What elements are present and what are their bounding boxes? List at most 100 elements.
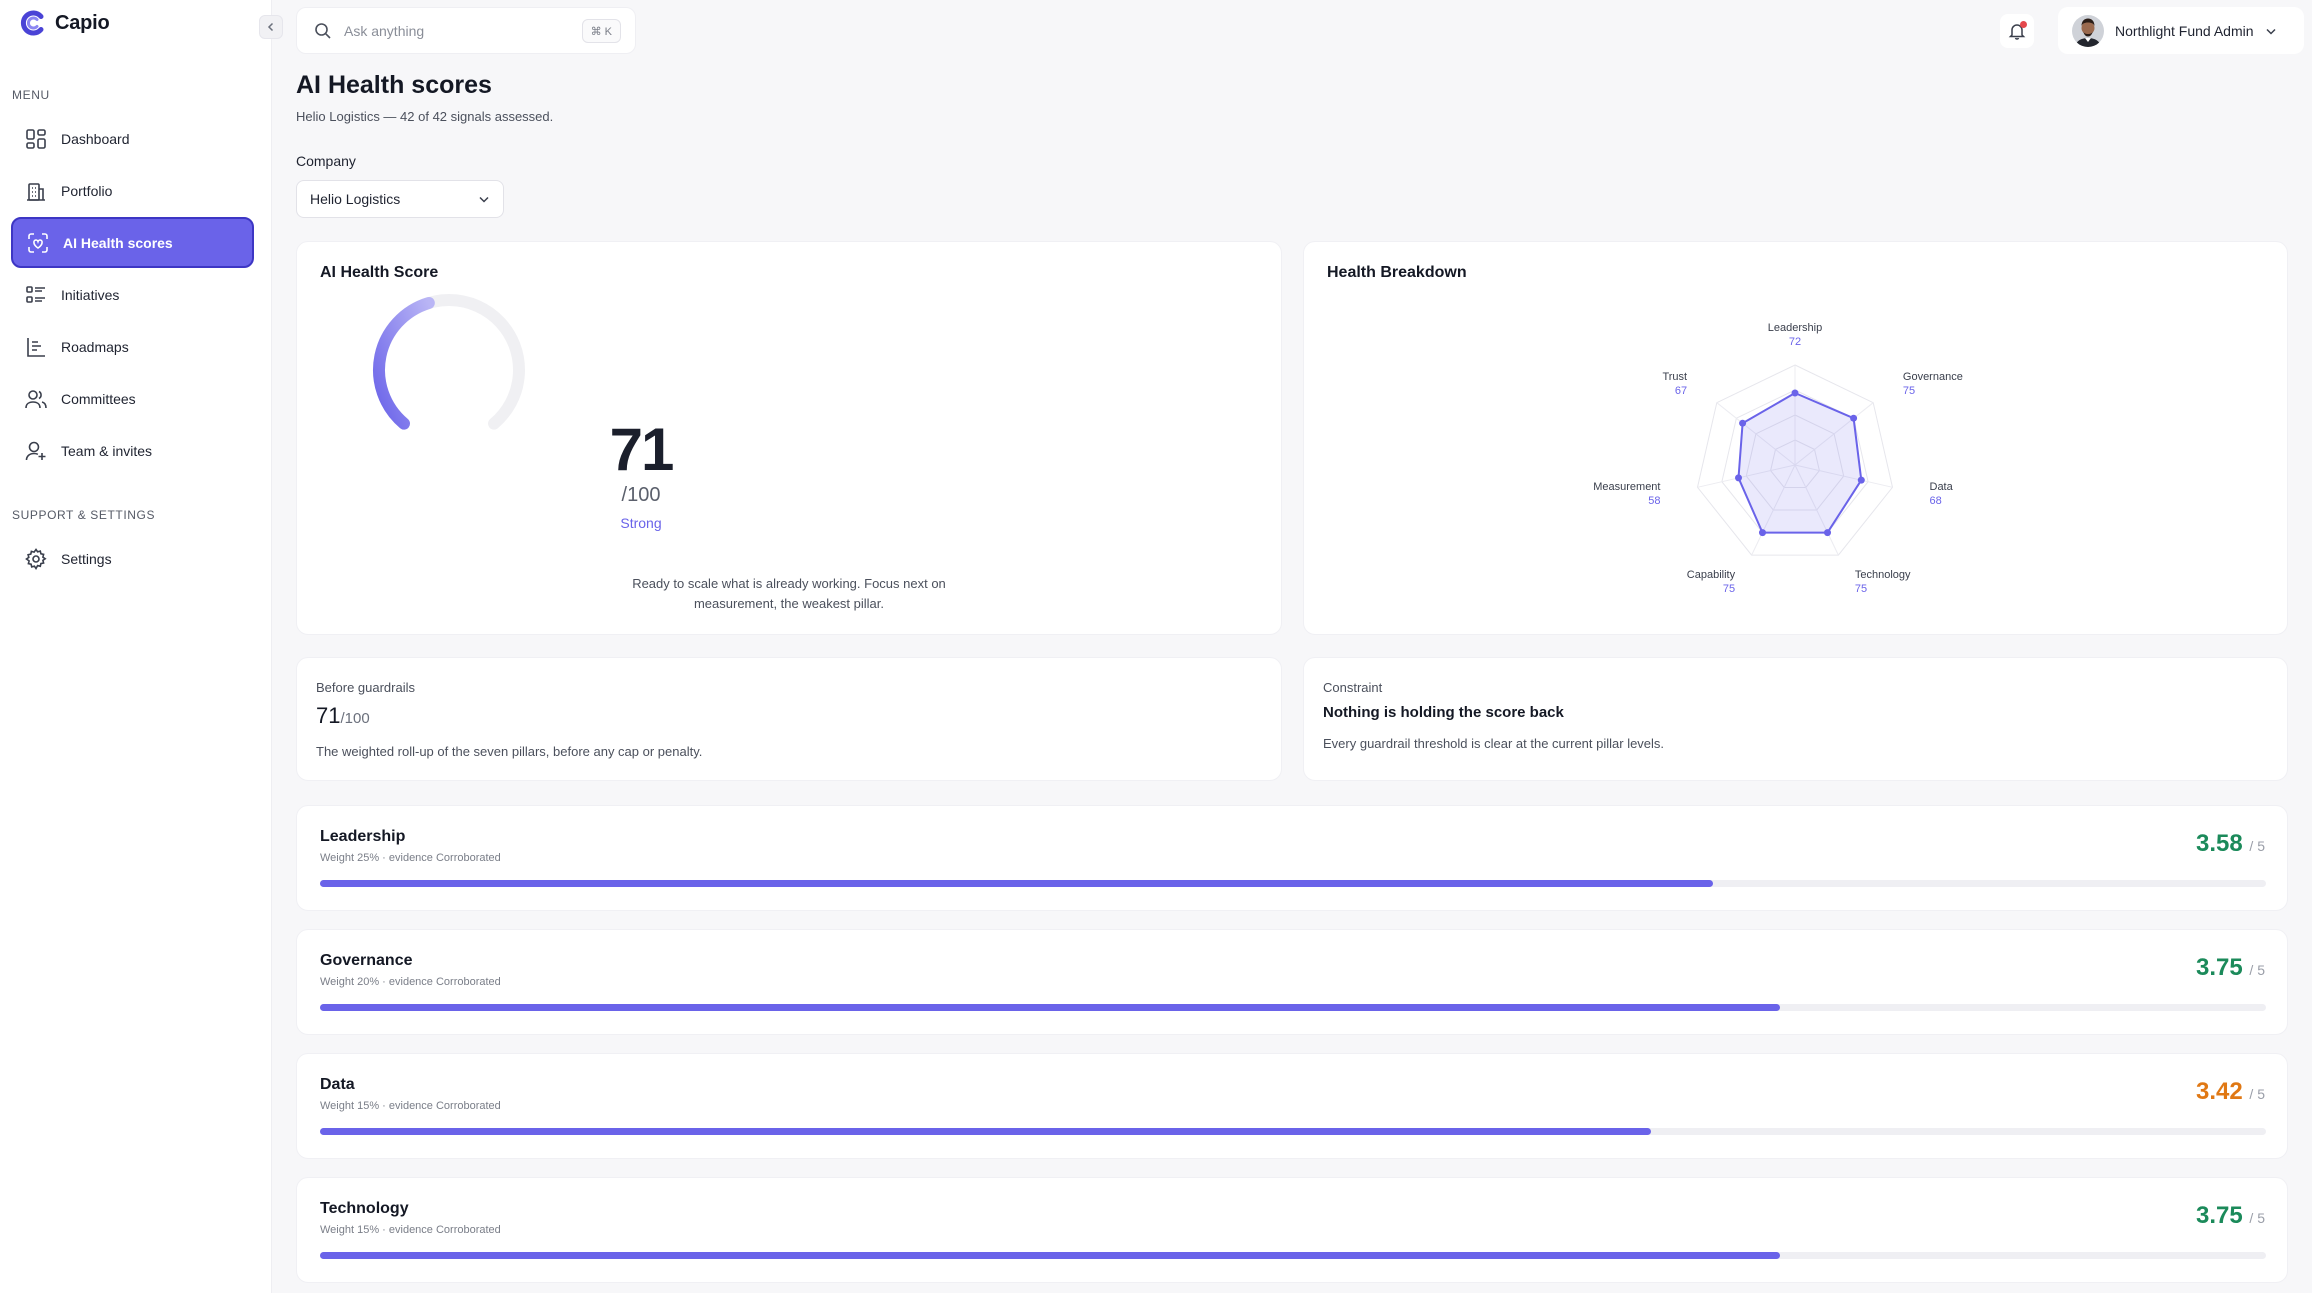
before-guardrails-max: /100 <box>340 710 370 727</box>
pillar-meta: Weight 15% · evidence Corroborated <box>320 1224 501 1236</box>
chevron-left-icon <box>267 22 274 32</box>
radar-point-leadership <box>1791 389 1799 397</box>
page-title: AI Health scores <box>296 71 492 99</box>
menu-section-label: MENU <box>12 88 50 102</box>
capio-logo-icon <box>20 10 44 36</box>
radar-value-label: 68 <box>1930 495 1942 507</box>
company-select-value: Helio Logistics <box>310 191 401 207</box>
user-menu[interactable]: Northlight Fund Admin <box>2058 7 2304 54</box>
chevron-down-icon <box>479 196 489 203</box>
radar-value-label: 75 <box>1723 583 1735 595</box>
constraint-text: Every guardrail threshold is clear at th… <box>1323 736 1665 751</box>
sidebar-item-label: Portfolio <box>61 182 113 199</box>
sidebar-item-label: Committees <box>61 390 136 407</box>
before-guardrails-label: Before guardrails <box>316 680 415 695</box>
pillar-progress-track <box>320 1004 2266 1011</box>
chevron-down-icon <box>2266 28 2276 35</box>
user-name: Northlight Fund Admin <box>2115 22 2254 39</box>
pillar-score-value: 3.58 <box>2196 830 2243 857</box>
radar-axis-label: Measurement <box>1593 481 1660 493</box>
pillar-progress-track <box>320 1252 2266 1259</box>
card-title: AI Health Score <box>320 264 439 281</box>
sidebar-item-roadmaps[interactable]: Roadmaps <box>11 321 254 372</box>
sidebar-item-portfolio[interactable]: Portfolio <box>11 165 254 216</box>
pillar-name: Leadership <box>320 828 406 845</box>
radar-series-area <box>1737 391 1863 534</box>
score-note: Ready to scale what is already working. … <box>632 576 946 611</box>
notification-dot <box>2020 21 2027 28</box>
search-shortcut-badge: ⌘ K <box>581 19 621 43</box>
radar-value-label: 58 <box>1648 495 1660 507</box>
radar-value-label: 72 <box>1789 336 1801 348</box>
company-label: Company <box>296 153 356 169</box>
radar-point-capability <box>1759 529 1766 537</box>
app-name: Capio <box>55 11 110 34</box>
list-icon <box>24 283 48 307</box>
sidebar-item-ai-health-scores[interactable]: AI Health scores <box>11 217 254 268</box>
radar-point-measurement <box>1735 474 1742 482</box>
avatar <box>2072 14 2104 47</box>
building-icon <box>24 179 48 203</box>
roadmap-icon <box>24 335 48 359</box>
pillar-progress-fill <box>320 1128 1652 1135</box>
radar-value-label: 67 <box>1675 385 1687 397</box>
sidebar: Capio MENU Dashboard Portfolio AI Health… <box>0 0 272 1293</box>
pillar-progress-track <box>320 880 2266 887</box>
pillar-score: 3.75 / 5 <box>2196 954 2265 982</box>
radar-axis-label: Trust <box>1662 371 1687 383</box>
gear-icon <box>24 547 48 571</box>
radar-axis-label: Data <box>1930 481 1954 493</box>
sidebar-item-settings[interactable]: Settings <box>11 533 254 584</box>
radar-chart: Leadership 72 Governance 75 Data 68 Technology… <box>1593 322 1963 595</box>
before-guardrails-card: Before guardrails 71/100 The weighted ro… <box>296 657 1282 781</box>
pillar-meta: Weight 25% · evidence Corroborated <box>320 852 501 864</box>
sidebar-item-label: Roadmaps <box>61 338 129 355</box>
sidebar-item-label: Settings <box>61 550 112 567</box>
pillar-meta: Weight 20% · evidence Corroborated <box>320 976 501 988</box>
sidebar-item-initiatives[interactable]: Initiatives <box>11 269 254 320</box>
search-bar[interactable]: ⌘ K <box>296 7 636 54</box>
pillar-score: 3.75 / 5 <box>2196 1202 2265 1230</box>
sidebar-item-dashboard[interactable]: Dashboard <box>11 113 254 164</box>
pillar-score-max: / 5 <box>2249 962 2265 978</box>
notifications-button[interactable] <box>2000 14 2034 48</box>
radar-axis-label: Leadership <box>1768 322 1822 334</box>
page-subtitle: Helio Logistics — 42 of 42 signals asses… <box>296 109 554 124</box>
pillar-score-max: / 5 <box>2249 1210 2265 1226</box>
radar-axis-label: Capability <box>1687 569 1736 581</box>
pillar-progress-fill <box>320 880 1714 887</box>
search-icon <box>315 22 331 39</box>
radar-point-trust <box>1739 419 1747 427</box>
pillar-score-value: 3.75 <box>2196 1202 2243 1229</box>
radar-axis-label: Governance <box>1903 371 1963 383</box>
pillar-name: Data <box>320 1076 355 1093</box>
radar-point-data <box>1857 476 1865 484</box>
collapse-sidebar-button[interactable] <box>259 15 283 39</box>
pillar-score-value: 3.42 <box>2196 1078 2243 1105</box>
pillar-progress-fill <box>320 1252 1780 1259</box>
sidebar-item-label: AI Health scores <box>63 234 173 251</box>
score-max: /100 <box>621 484 661 506</box>
pillar-progress-fill <box>320 1004 1780 1011</box>
pillar-name: Governance <box>320 952 413 969</box>
pillar-score-max: / 5 <box>2249 1086 2265 1102</box>
pillar-score: 3.58 / 5 <box>2196 830 2265 858</box>
radar-axis-label: Technology <box>1855 569 1911 581</box>
heart-scan-icon <box>26 231 50 255</box>
search-input[interactable] <box>344 22 584 39</box>
before-guardrails-number: 71 <box>316 703 341 728</box>
sidebar-item-label: Initiatives <box>61 286 120 303</box>
score-rating: Strong <box>620 515 662 531</box>
constraint-label: Constraint <box>1323 680 1383 695</box>
sidebar-item-label: Dashboard <box>61 130 130 147</box>
pillar-row-data: Data Weight 15% · evidence Corroborated … <box>296 1053 2288 1159</box>
score-value: 71 <box>609 416 675 483</box>
before-guardrails-value: 71/100 <box>316 703 370 729</box>
company-select[interactable]: Helio Logistics <box>296 180 504 218</box>
pillar-score: 3.42 / 5 <box>2196 1078 2265 1106</box>
app-logo[interactable]: Capio <box>20 10 110 36</box>
pillar-meta: Weight 15% · evidence Corroborated <box>320 1100 501 1112</box>
pillar-name: Technology <box>320 1200 409 1217</box>
pillar-row-leadership: Leadership Weight 25% · evidence Corrobo… <box>296 805 2288 911</box>
radar-point-technology <box>1824 529 1831 537</box>
